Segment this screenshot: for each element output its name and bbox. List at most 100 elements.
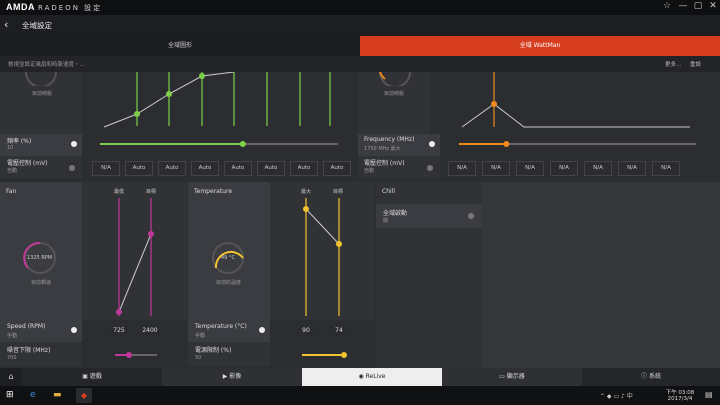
temp-value: 手動 [195, 333, 206, 339]
gpu-freq-value: 10 [7, 145, 14, 151]
temp-gauge-caption: 目前的溫度 [216, 280, 242, 286]
gpu-freq-toggle[interactable] [71, 141, 77, 147]
info-bar [0, 56, 720, 72]
tab-display[interactable]: ▭ 顯示器 [442, 368, 582, 386]
mem-state-6[interactable]: N/A [652, 161, 680, 176]
chill-global-toggle[interactable] [468, 213, 474, 219]
fan-col-target: 目標 [146, 189, 157, 195]
gpu-state-6[interactable]: Auto [290, 161, 318, 176]
radeon-taskbar-icon[interactable]: ◆ [76, 388, 92, 403]
maximize-button[interactable]: ▢ [691, 1, 705, 11]
gpu-state-2[interactable]: Auto [158, 161, 186, 176]
favorite-icon[interactable]: ☆ [660, 1, 674, 11]
mem-freq-toggle[interactable] [429, 141, 435, 147]
gpu-gauge-icon [25, 72, 57, 86]
fan-title: Fan [6, 188, 17, 195]
mem-state-4[interactable]: N/A [584, 161, 612, 176]
explorer-icon[interactable]: ▬ [53, 390, 62, 400]
power-limit-value: 50 [195, 355, 202, 361]
tab-gaming[interactable]: ▣ 遊戲 [22, 368, 162, 386]
display-icon: ▭ [499, 373, 507, 380]
gpu-freq-slider[interactable] [96, 140, 342, 148]
chill-global-label: 全域啟動 [383, 210, 408, 217]
gpu-freq-label: 頻率 (%) [7, 138, 32, 145]
gpu-volt-value: 自動 [7, 168, 18, 174]
gpu-state-3[interactable]: Auto [191, 161, 219, 176]
tab-global-wattman[interactable]: 全域 WattMan [360, 36, 720, 56]
tab-relive[interactable]: ◉ ReLive [302, 368, 442, 386]
nav-bar [0, 15, 720, 36]
gpu-state-5[interactable]: Auto [257, 161, 285, 176]
gamepad-icon: ▣ [82, 373, 90, 380]
gpu-state-4[interactable]: Auto [224, 161, 252, 176]
gpu-state-0[interactable]: N/A [92, 161, 120, 176]
info-text: 檢視並設定風扇和時脈速度・... [8, 62, 85, 68]
relive-icon: ◉ [358, 373, 366, 380]
fan-speed-value: 手動 [7, 333, 18, 339]
minimize-button[interactable]: — [676, 1, 690, 11]
mem-volt-label: 電壓控制 (mV) [364, 160, 405, 167]
mem-gauge-icon [379, 72, 411, 86]
mem-gauge-caption: 目前時脈 [384, 91, 405, 97]
info-icon: ⓘ [641, 373, 649, 380]
power-limit-slider[interactable] [300, 351, 348, 359]
background-area [482, 182, 720, 368]
gpu-clock-graph[interactable] [82, 72, 352, 134]
mem-state-1[interactable]: N/A [482, 161, 510, 176]
mem-clock-graph[interactable] [440, 72, 700, 134]
fan-col-min: 最低 [114, 189, 125, 195]
start-icon[interactable]: ⊞ [6, 390, 14, 400]
gpu-state-7[interactable]: Auto [323, 161, 351, 176]
back-arrow-icon[interactable]: ‹ [4, 18, 8, 31]
fan-curve-graph[interactable] [110, 198, 160, 318]
tray-icons[interactable]: ⌃ ◆ ▭ ♪ 中 [600, 391, 633, 400]
fan-gauge-caption: 目前轉速 [31, 280, 52, 286]
fan-target-input[interactable]: 2400 [139, 325, 161, 337]
mem-state-0[interactable]: N/A [448, 161, 476, 176]
fan-gauge-value: 1325 RPM [27, 255, 53, 261]
close-button[interactable]: ✕ [706, 1, 720, 11]
gpu-state-1[interactable]: Auto [125, 161, 153, 176]
taskbar-date: 2017/3/4 [667, 396, 693, 402]
tab-system[interactable]: ⓘ 系統 [582, 368, 720, 386]
mem-state-2[interactable]: N/A [516, 161, 544, 176]
temp-target-input[interactable]: 74 [328, 325, 350, 337]
gpu-volt-toggle[interactable] [69, 165, 75, 171]
mem-state-5[interactable]: N/A [618, 161, 646, 176]
temp-max-input[interactable]: 90 [295, 325, 317, 337]
fan-speed-toggle[interactable] [71, 327, 77, 333]
fan-speed-label: Speed (RPM) [7, 323, 46, 330]
title-bar [0, 0, 720, 15]
temp-col-target: 目標 [333, 189, 344, 195]
edge-icon[interactable]: e [30, 390, 36, 400]
fan-min-acoustic-label: 噪音下限 (MHz) [7, 347, 51, 354]
notification-icon[interactable]: ▤ [705, 390, 713, 399]
app-name: RADEON 設定 [38, 4, 103, 12]
fan-min-input[interactable]: 725 [108, 325, 130, 337]
home-icon[interactable]: ⌂ [0, 368, 22, 386]
mem-volt-value: 自動 [364, 168, 375, 174]
fan-min-acoustic-value: 700 [7, 355, 17, 361]
taskbar-time: 下午 03:08 [665, 390, 695, 396]
gpu-volt-label: 電壓控制 (mV) [7, 160, 48, 167]
amd-logo: AMDA [6, 2, 35, 12]
mem-freq-label: Frequency (MHz) [364, 136, 415, 143]
temp-toggle[interactable] [259, 327, 265, 333]
tab-global-graphics[interactable]: 全域圖形 [0, 36, 360, 56]
temp-col-max: 最大 [301, 189, 312, 195]
mem-state-3[interactable]: N/A [550, 161, 578, 176]
mem-freq-slider[interactable] [455, 140, 700, 148]
reset-button[interactable]: 重設 [690, 60, 701, 68]
fan-acoustic-slider[interactable] [113, 351, 159, 359]
power-limit-label: 電源限制 (%) [195, 347, 232, 354]
temp-title: Temperature [194, 188, 233, 195]
more-link[interactable]: 更多... [665, 60, 681, 68]
temp-curve-graph[interactable] [298, 198, 348, 318]
mem-volt-toggle[interactable] [427, 165, 433, 171]
chill-title: Chill [382, 188, 395, 195]
page-title: 全域設定 [22, 21, 52, 30]
gpu-gauge-caption: 目前時脈 [32, 91, 53, 97]
chill-global-value: 關 [383, 218, 389, 224]
temp-gauge-value: 49 °C [221, 255, 235, 261]
tab-video[interactable]: ▶ 影像 [162, 368, 302, 386]
